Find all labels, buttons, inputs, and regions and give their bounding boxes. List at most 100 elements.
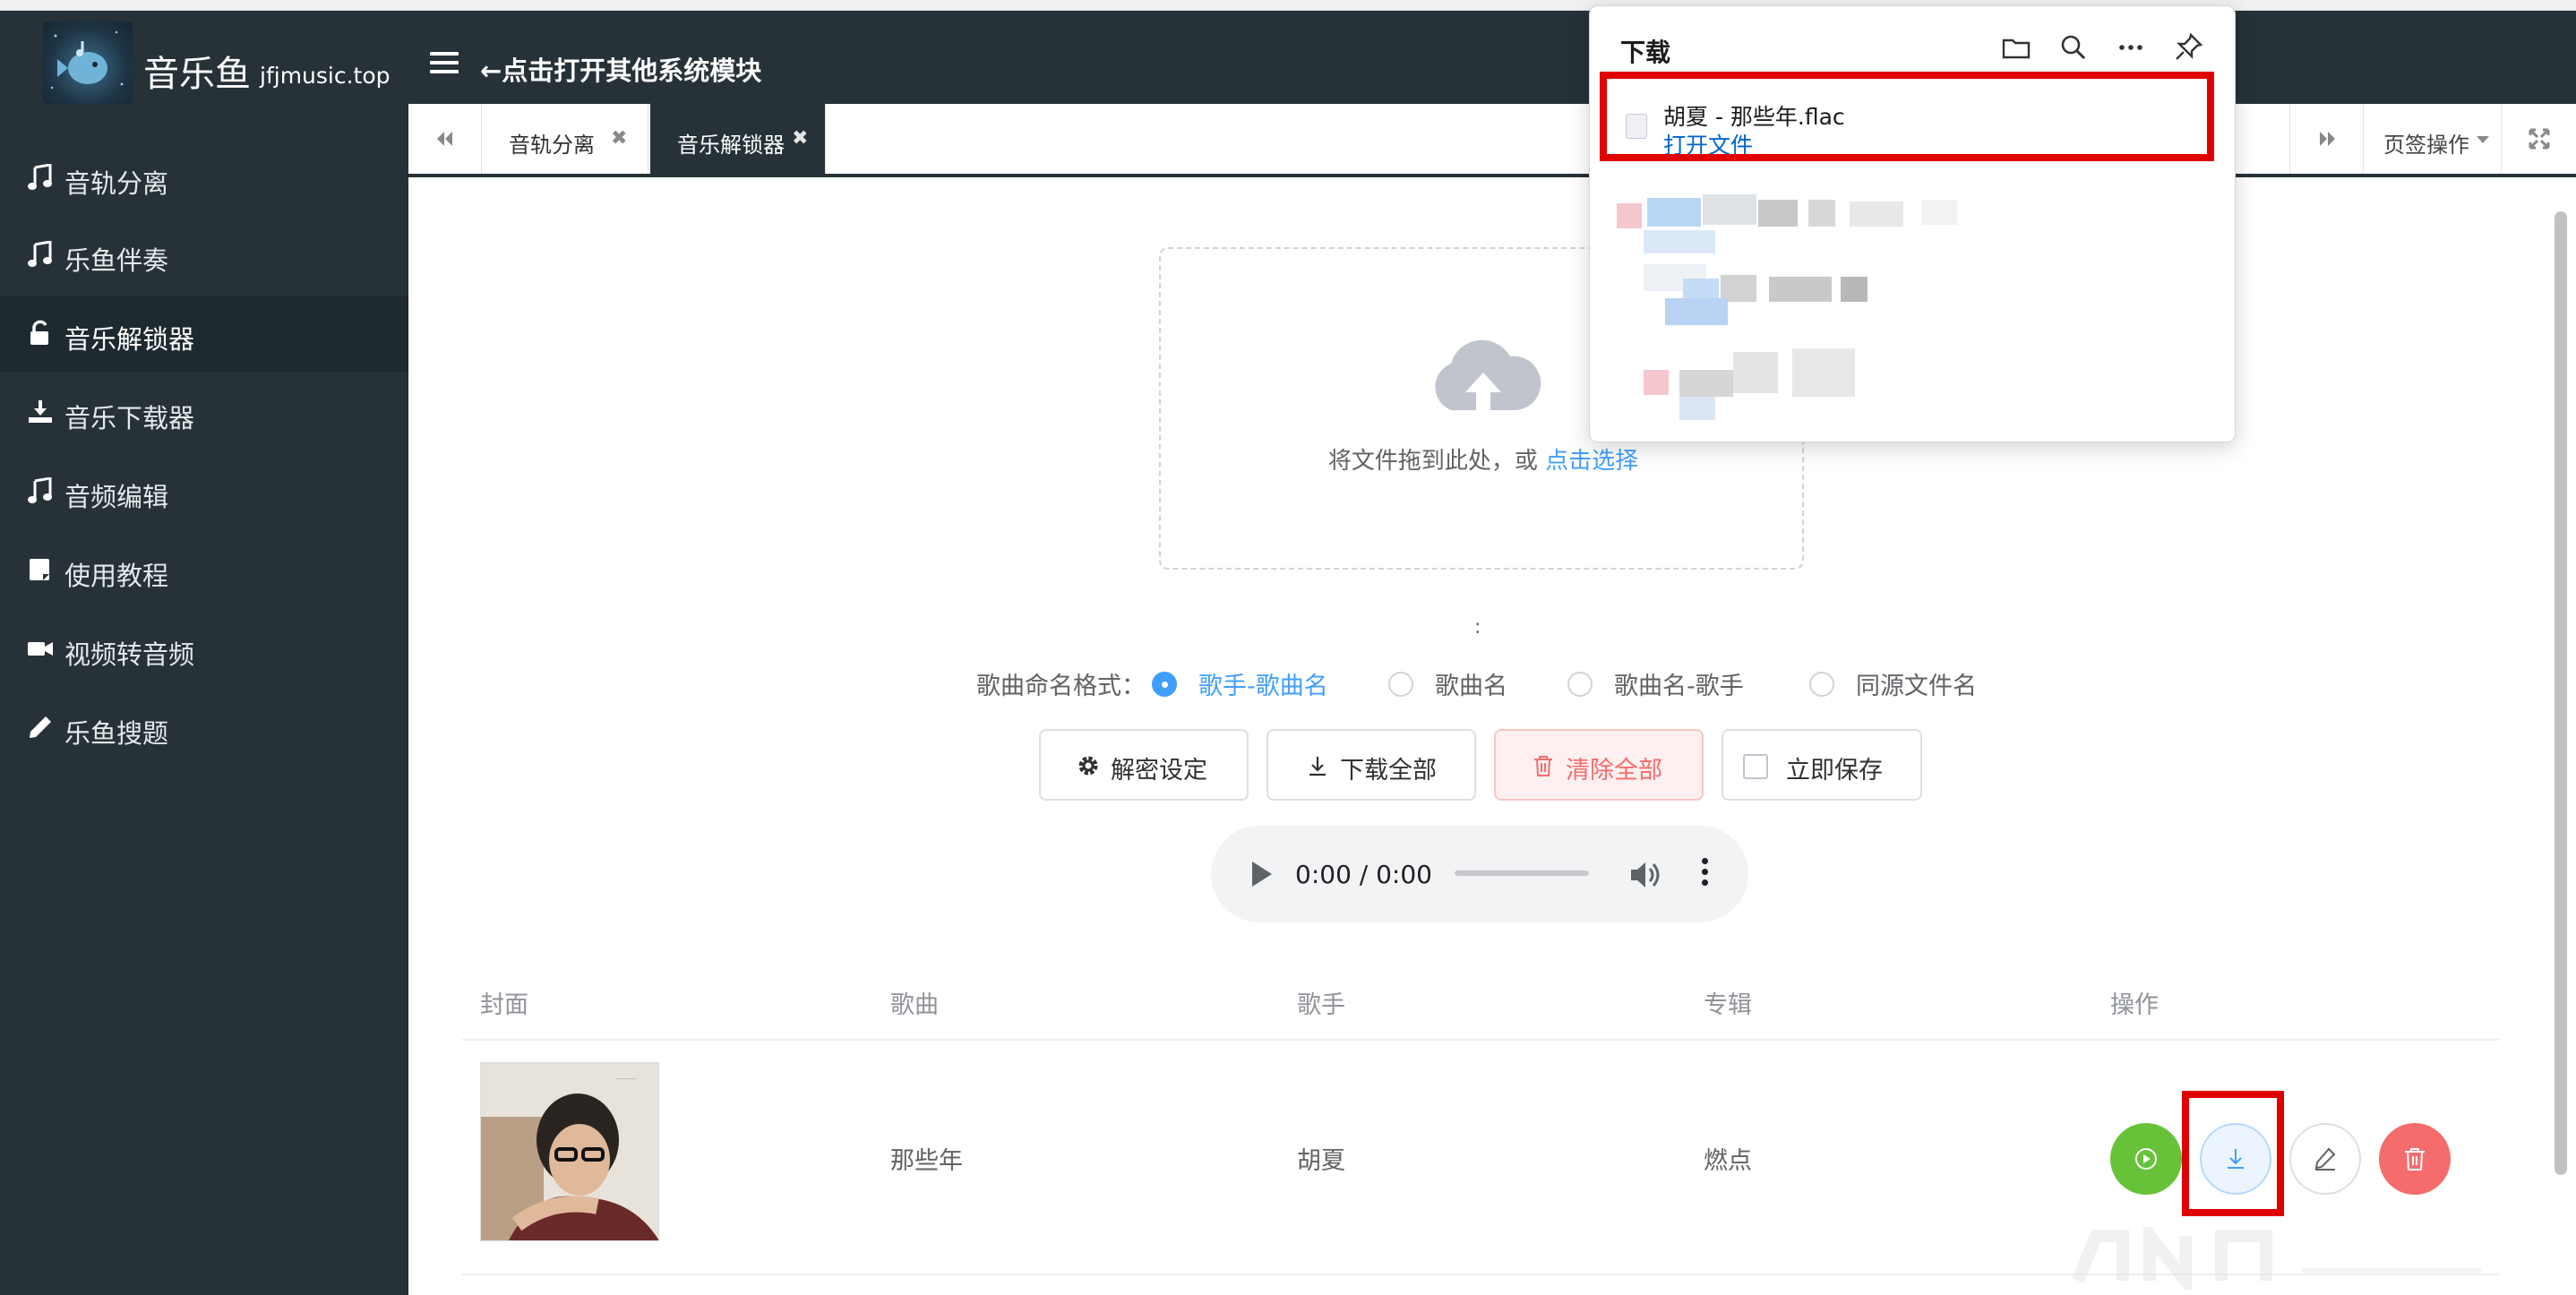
radio-label: 同源文件名 <box>1856 673 1977 700</box>
open-modules-hint[interactable]: ←点击打开其他系统模块 <box>480 50 761 88</box>
sidebar-item-video-to-audio[interactable]: 视频转音频 <box>0 611 408 688</box>
scrollbar[interactable] <box>2555 211 2567 1175</box>
sidebar-item-tutorial[interactable]: 使用教程 <box>0 532 408 609</box>
play-button[interactable] <box>2110 1123 2182 1195</box>
select-file-link[interactable]: 点击选择 <box>1545 448 1638 475</box>
video-camera-icon <box>28 642 53 656</box>
tabs-scroll-right-button[interactable] <box>2289 104 2363 174</box>
cloud-upload-icon <box>1435 339 1541 410</box>
download-icon <box>1309 757 1326 776</box>
play-circle-icon <box>2135 1148 2157 1170</box>
button-label: 解密设定 <box>1111 757 1207 785</box>
sidebar-item-accompaniment[interactable]: 乐鱼伴奏 <box>0 217 408 294</box>
close-icon[interactable]: ✖ <box>792 127 808 150</box>
table-header: 封面 歌曲 歌手 专辑 操作 <box>462 967 2499 1041</box>
radio-label: 歌曲名-歌手 <box>1614 673 1744 700</box>
volume-icon[interactable] <box>1628 860 1664 890</box>
highlight-download-item <box>1600 72 2214 161</box>
watermark <box>2072 1227 2481 1290</box>
more-horizontal-icon[interactable] <box>2113 30 2149 65</box>
edit-button[interactable] <box>2289 1123 2361 1195</box>
sidebar-item-music-downloader[interactable]: 音乐下载器 <box>0 374 408 451</box>
radio-dot[interactable] <box>1388 672 1413 697</box>
cell-song: 那些年 <box>890 1147 963 1175</box>
more-options-icon[interactable] <box>1702 858 1709 890</box>
brand-url: jfjmusic.top <box>260 63 391 89</box>
sidebar-item-label: 视频转音频 <box>64 639 195 670</box>
pin-icon[interactable] <box>2170 30 2206 65</box>
radio-label: 歌曲名 <box>1435 673 1507 700</box>
tab-music-unlocker[interactable]: 音乐解锁器 ✖ <box>650 104 826 174</box>
column-header-song: 歌曲 <box>890 991 939 1019</box>
sidebar-item-music-unlocker[interactable]: 音乐解锁器 <box>0 296 408 373</box>
sidebar-item-label: 音乐下载器 <box>64 403 195 433</box>
radio-dot[interactable] <box>1152 672 1177 697</box>
tab-bar: 音轨分离 ✖ 音乐解锁器 ✖ 页签操作 <box>408 104 2576 177</box>
decrypt-settings-button[interactable]: 解密设定 <box>1039 729 1249 801</box>
page-tab-operations-label: 页签操作 <box>2383 133 2469 158</box>
book-icon <box>30 559 49 580</box>
close-icon[interactable]: ✖ <box>611 127 627 150</box>
sidebar-item-search-questions[interactable]: 乐鱼搜题 <box>0 690 408 767</box>
cell-album: 燃点 <box>1704 1147 1752 1175</box>
delete-button[interactable] <box>2379 1123 2451 1195</box>
sidebar-item-label: 乐鱼伴奏 <box>64 245 169 276</box>
search-icon[interactable] <box>2056 30 2091 65</box>
play-icon[interactable] <box>1252 862 1272 887</box>
naming-format-label: 歌曲命名格式： <box>976 673 1146 700</box>
gear-icon <box>1078 756 1098 776</box>
save-now-checkbox[interactable] <box>1743 754 1768 779</box>
blurred-download-history <box>1617 182 1975 424</box>
radio-label: 歌手-歌曲名 <box>1198 673 1328 700</box>
column-header-cover: 封面 <box>480 991 528 1019</box>
app-logo <box>43 21 133 104</box>
tabs-scroll-left-button[interactable] <box>408 104 482 174</box>
music-note-icon <box>28 477 52 503</box>
clear-all-button[interactable]: 清除全部 <box>1494 729 1704 801</box>
download-all-button[interactable]: 下载全部 <box>1267 729 1476 801</box>
highlight-download-button <box>2182 1091 2284 1216</box>
edit-icon <box>2314 1147 2336 1171</box>
pencil-icon <box>30 716 51 738</box>
downloads-title: 下载 <box>1620 38 1671 67</box>
trash-icon <box>1534 756 1552 776</box>
button-label: 下载全部 <box>1340 757 1437 785</box>
trash-icon <box>2405 1148 2425 1171</box>
tab-label: 音乐解锁器 <box>677 133 785 158</box>
sidebar-item-label: 音乐解锁器 <box>64 324 195 355</box>
tab-track-separation[interactable]: 音轨分离 ✖ <box>482 104 648 174</box>
upload-text: 将文件拖到此处，或 <box>1327 448 1538 475</box>
sidebar-item-audio-edit[interactable]: 音频编辑 <box>0 453 408 530</box>
fullscreen-button[interactable] <box>2501 104 2576 174</box>
fullscreen-icon <box>2529 128 2550 150</box>
column-header-ops: 操作 <box>2110 991 2159 1019</box>
double-chevron-left-icon <box>437 132 452 146</box>
caret-down-icon <box>2477 136 2489 143</box>
music-note-icon <box>28 241 52 267</box>
sidebar-item-label: 使用教程 <box>64 561 169 591</box>
column-header-album: 专辑 <box>1704 991 1752 1019</box>
page-tab-operations-dropdown[interactable]: 页签操作 <box>2363 104 2501 174</box>
progress-slider[interactable] <box>1455 870 1589 876</box>
radio-dot[interactable] <box>1567 672 1593 697</box>
radio-dot[interactable] <box>1809 672 1834 697</box>
tab-label: 音轨分离 <box>509 133 595 158</box>
button-label: 立即保存 <box>1786 757 1883 785</box>
menu-toggle-icon[interactable] <box>430 52 459 75</box>
unlock-icon <box>30 320 48 345</box>
double-chevron-right-icon <box>2320 132 2335 146</box>
folder-icon[interactable] <box>1998 30 2034 65</box>
separator-colon: : <box>1474 616 1481 639</box>
button-label: 清除全部 <box>1566 757 1662 785</box>
brand-name: 音乐鱼 <box>143 54 251 95</box>
cell-artist: 胡夏 <box>1297 1147 1345 1175</box>
sidebar-item-label: 音频编辑 <box>64 482 169 512</box>
column-header-artist: 歌手 <box>1297 991 1345 1019</box>
sidebar: 音轨分离 乐鱼伴奏 音乐解锁器 音乐下载器 音频编辑 使用教程 视频转音频 乐鱼… <box>0 104 408 1295</box>
sidebar-item-track-separation[interactable]: 音轨分离 <box>0 140 408 217</box>
sidebar-item-label: 乐鱼搜题 <box>64 718 169 749</box>
player-time: 0:00 / 0:00 <box>1295 860 1432 889</box>
audio-player: 0:00 / 0:00 <box>1211 826 1748 922</box>
save-now-toggle[interactable]: 立即保存 <box>1722 729 1922 801</box>
upload-instructions: 将文件拖到此处，或 点击选择 <box>1161 442 1806 476</box>
